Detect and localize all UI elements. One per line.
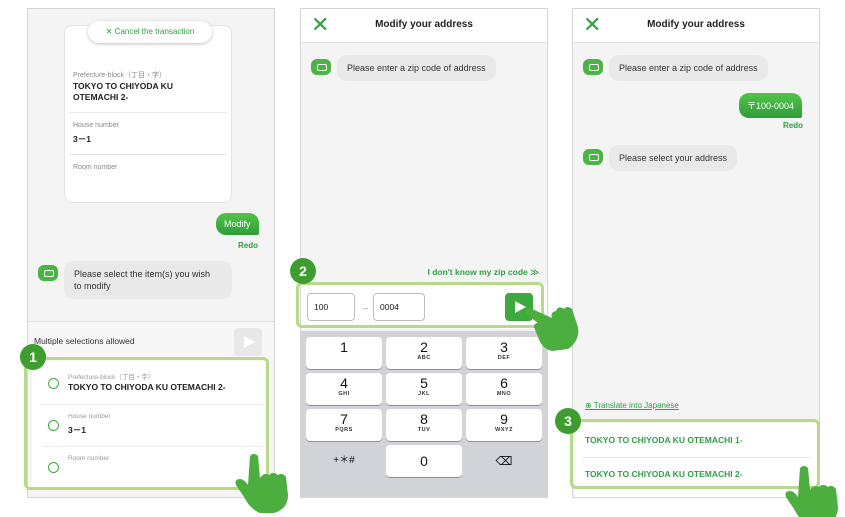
step-badge-1: 1 — [20, 344, 46, 370]
message-bubble: Please enter a zip code of address — [337, 55, 496, 81]
key-letters: TUV — [417, 427, 431, 433]
key-number: 7 — [340, 411, 348, 427]
numeric-keypad: 1 2 ABC 3 DEF 4 GHI 5 JKL 6 MNO 7 PQRS 8 TUV 9W… — [301, 331, 547, 497]
dont-know-zip-link[interactable]: I don't know my zip code ≫ — [427, 267, 539, 278]
header: ✕ Modify your address — [573, 9, 819, 43]
key-number: +＊# — [333, 455, 355, 466]
address-card: Prefecture-block（丁目・字） TOKYO TO CHIYODA … — [64, 25, 232, 203]
field-value-prefecture-1: TOKYO TO CHIYODA KU — [73, 81, 173, 91]
key-6[interactable]: 6 MNO — [466, 373, 542, 405]
key-number: 5 — [420, 375, 428, 391]
divider — [69, 154, 227, 155]
key-4[interactable]: 4 GHI — [306, 373, 382, 405]
key-letters: JKL — [418, 391, 430, 397]
pointing-hand-icon — [235, 454, 288, 513]
pointing-hand-icon — [525, 307, 579, 351]
bot-avatar-icon — [38, 265, 58, 281]
key-1[interactable]: 1 — [306, 337, 382, 369]
send-button[interactable] — [234, 328, 262, 356]
prompt-line: Please select the item(s) you wish — [74, 269, 211, 279]
divider — [69, 112, 227, 113]
key-5[interactable]: 5 JKL — [386, 373, 462, 405]
bot-avatar-icon — [583, 149, 603, 165]
key-8[interactable]: 8 TUV — [386, 409, 462, 441]
zip-reply-bubble: 〒100-0004 — [739, 93, 803, 118]
step-badge-2: 2 — [290, 258, 316, 284]
translate-link[interactable]: ⊕ Translate into Japanese — [585, 401, 679, 410]
field-label-house: House number — [73, 122, 119, 129]
key-number: 2 — [420, 339, 428, 355]
highlight-frame — [296, 282, 544, 328]
backspace-key[interactable]: ⌫ — [466, 445, 542, 477]
field-value-prefecture-2: OTEMACHI 2- — [73, 92, 129, 102]
key-number: 1 — [340, 339, 348, 355]
key-number: 6 — [500, 375, 508, 391]
page-title: Modify your address — [375, 19, 473, 30]
key-2[interactable]: 2 ABC — [386, 337, 462, 369]
key-number: 9 — [500, 411, 508, 427]
panel-enter-zip: ✕ Modify your address Please enter a zip… — [300, 8, 548, 498]
redo-link[interactable]: Redo — [783, 121, 803, 130]
pointing-hand-icon — [785, 466, 838, 517]
key-letters: MNO — [496, 391, 512, 397]
field-value-house: 3－1 — [73, 134, 91, 144]
key-number: 8 — [420, 411, 428, 427]
key-number: 0 — [420, 453, 428, 469]
bot-avatar-icon — [583, 59, 603, 75]
page-title: Modify your address — [647, 19, 745, 30]
modify-reply-bubble: Modify — [216, 213, 259, 235]
header: ✕ Modify your address — [301, 9, 547, 43]
key-letters: ABC — [417, 355, 431, 361]
field-label-prefecture: Prefecture-block（丁目・字） — [73, 72, 166, 79]
key-number: 4 — [340, 375, 348, 391]
key-letters: GHI — [338, 391, 350, 397]
cancel-transaction-button[interactable]: ✕ Cancel the transaction — [88, 21, 212, 43]
key-9[interactable]: 9 WXYZ — [466, 409, 542, 441]
prompt-bubble: Please select the item(s) you wish to mo… — [64, 261, 232, 299]
message-bubble: Please enter a zip code of address — [609, 55, 768, 81]
prompt-line: to modify — [74, 281, 111, 291]
message-bubble: Please select your address — [609, 145, 738, 171]
backspace-icon: ⌫ — [495, 454, 513, 468]
multi-select-label: Multiple selections allowed — [34, 336, 135, 346]
key-0[interactable]: 0 — [386, 445, 462, 477]
bot-avatar-icon — [311, 59, 331, 75]
key-symbols[interactable]: +＊# — [306, 445, 382, 477]
key-7[interactable]: 7 PQRS — [306, 409, 382, 441]
field-label-room: Room number — [73, 164, 118, 171]
multi-select-bar: Multiple selections allowed — [28, 321, 274, 361]
key-letters: WXYZ — [495, 427, 513, 433]
redo-link[interactable]: Redo — [238, 241, 258, 250]
step-badge-3: 3 — [555, 408, 581, 434]
key-letters: PQRS — [335, 427, 353, 433]
